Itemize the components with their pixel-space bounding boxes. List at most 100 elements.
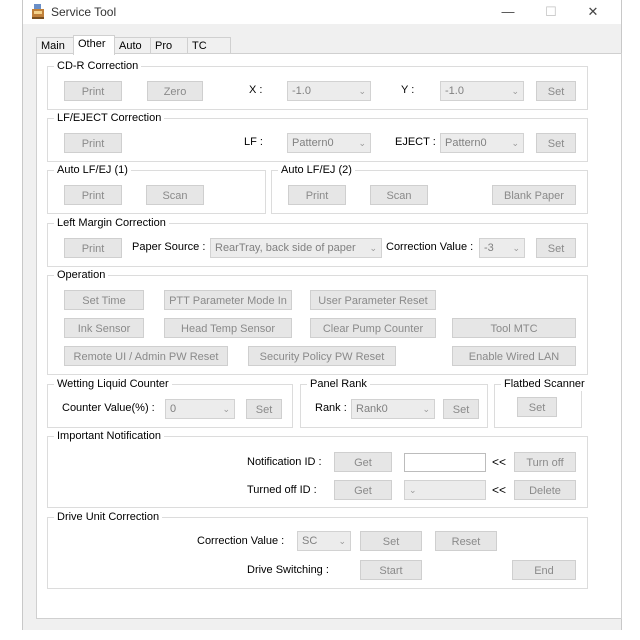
auto-lfej2-print-button[interactable]: Print [288, 185, 346, 205]
ptt-parameter-button[interactable]: PTT Parameter Mode In [164, 290, 292, 310]
paper-source-select[interactable]: RearTray, back side of paper ⌄ [210, 238, 382, 258]
auto-lfej2-title: Auto LF/EJ (2) [278, 164, 355, 177]
security-policy-reset-button[interactable]: Security Policy PW Reset [248, 346, 396, 366]
turned-off-id-select[interactable]: ⌄ [404, 480, 486, 500]
left-margin-set-button[interactable]: Set [536, 238, 576, 258]
left-margin-print-button[interactable]: Print [64, 238, 122, 258]
tab-auto[interactable]: Auto [114, 37, 151, 54]
lf-select[interactable]: Pattern0 ⌄ [287, 133, 371, 153]
paper-source-label: Paper Source : [132, 241, 206, 253]
tab-panel-other: CD-R Correction Print Zero X : -1.0 ⌄ Y :… [36, 53, 622, 619]
left-margin-group: Left Margin Correction Print Paper Sourc… [47, 217, 588, 267]
app-icon [31, 4, 45, 19]
wetting-set-button[interactable]: Set [246, 399, 282, 419]
counter-value-label: Counter Value(%) : [62, 402, 155, 414]
eject-label: EJECT : [395, 136, 436, 148]
maximize-button[interactable]: ☐ [536, 2, 566, 22]
cdr-x-label: X : [249, 84, 263, 96]
drive-unit-title: Drive Unit Correction [54, 511, 163, 524]
window-title: Service Tool [51, 5, 117, 19]
counter-value-select[interactable]: 0 ⌄ [165, 399, 235, 419]
tab-other[interactable]: Other [73, 35, 115, 55]
user-parameter-reset-button[interactable]: User Parameter Reset [310, 290, 436, 310]
cdr-y-label: Y : [401, 84, 415, 96]
cdr-print-button[interactable]: Print [64, 81, 122, 101]
left-margin-correction-select[interactable]: -3 ⌄ [479, 238, 525, 258]
transfer-arrows-icon-2: << [492, 483, 507, 497]
chevron-down-icon: ⌄ [512, 243, 520, 253]
important-notification-group: Important Notification Notification ID :… [47, 430, 588, 508]
counter-value: 0 [170, 403, 177, 415]
flatbed-scanner-group: Flatbed Scanner Set [494, 378, 588, 428]
wetting-liquid-title: Wetting Liquid Counter [54, 378, 172, 391]
auto-lfej1-title: Auto LF/EJ (1) [54, 164, 131, 177]
auto-lfej2-scan-button[interactable]: Scan [370, 185, 428, 205]
head-temp-sensor-button[interactable]: Head Temp Sensor [164, 318, 292, 338]
start-button[interactable]: Start [360, 560, 422, 580]
drive-switching-label: Drive Switching : [247, 564, 329, 576]
auto-lfej1-print-button[interactable]: Print [64, 185, 122, 205]
chevron-down-icon: ⌄ [511, 138, 519, 148]
eject-value: Pattern0 [445, 137, 487, 149]
paper-source-value: RearTray, back side of paper [215, 242, 356, 254]
notification-id-label: Notification ID : [247, 456, 322, 468]
cdr-x-value: -1.0 [292, 85, 311, 97]
chevron-down-icon: ⌄ [358, 86, 366, 96]
auto-lfej1-scan-button[interactable]: Scan [146, 185, 204, 205]
tool-mtc-button[interactable]: Tool MTC [452, 318, 576, 338]
chevron-down-icon: ⌄ [358, 138, 366, 148]
minimize-button[interactable]: — [493, 2, 523, 22]
title-bar: Service Tool — ☐ ✕ [23, 0, 621, 24]
delete-button[interactable]: Delete [514, 480, 576, 500]
cdr-set-button[interactable]: Set [536, 81, 576, 101]
auto-lfej2-group: Auto LF/EJ (2) Print Scan Blank Paper [271, 164, 588, 214]
tab-pro[interactable]: Pro [150, 37, 188, 54]
turned-off-id-label: Turned off ID : [247, 484, 317, 496]
service-tool-window: Service Tool — ☐ ✕ Main Other Auto Pro T… [22, 0, 622, 630]
ink-sensor-button[interactable]: Ink Sensor [64, 318, 144, 338]
transfer-arrows-icon: << [492, 455, 507, 469]
remote-ui-reset-button[interactable]: Remote UI / Admin PW Reset [64, 346, 228, 366]
lfeject-print-button[interactable]: Print [64, 133, 122, 153]
cdr-zero-button[interactable]: Zero [147, 81, 203, 101]
drive-correction-value: SC [302, 535, 318, 547]
end-button[interactable]: End [512, 560, 576, 580]
lfeject-correction-group: LF/EJECT Correction Print LF : Pattern0 ⌄… [47, 112, 588, 162]
flatbed-set-button[interactable]: Set [517, 397, 557, 417]
blank-paper-button[interactable]: Blank Paper [492, 185, 576, 205]
enable-wired-lan-button[interactable]: Enable Wired LAN [452, 346, 576, 366]
left-margin-correction-value: -3 [484, 242, 494, 254]
rank-select[interactable]: Rank0 ⌄ [351, 399, 435, 419]
clear-pump-counter-button[interactable]: Clear Pump Counter [310, 318, 436, 338]
panel-rank-set-button[interactable]: Set [443, 399, 479, 419]
drive-correction-label: Correction Value : [197, 535, 285, 547]
panel-rank-title: Panel Rank [307, 378, 370, 391]
cdr-y-value: -1.0 [445, 85, 464, 97]
flatbed-scanner-title: Flatbed Scanner [501, 378, 588, 391]
turn-off-button[interactable]: Turn off [514, 452, 576, 472]
lfeject-set-button[interactable]: Set [536, 133, 576, 153]
set-time-button[interactable]: Set Time [64, 290, 144, 310]
notification-get-button[interactable]: Get [334, 452, 392, 472]
lf-label: LF : [244, 136, 263, 148]
cdr-correction-title: CD-R Correction [54, 60, 142, 73]
tab-tc[interactable]: TC [187, 37, 231, 54]
auto-lfej1-group: Auto LF/EJ (1) Print Scan [47, 164, 266, 214]
drive-correction-select[interactable]: SC ⌄ [297, 531, 351, 551]
correction-value-label: Correction Value : [386, 241, 474, 253]
close-button[interactable]: ✕ [578, 2, 608, 22]
tab-main[interactable]: Main [36, 37, 74, 54]
chevron-down-icon: ⌄ [422, 404, 430, 414]
drive-reset-button[interactable]: Reset [435, 531, 497, 551]
lfeject-correction-title: LF/EJECT Correction [54, 112, 165, 125]
chevron-down-icon: ⌄ [338, 536, 346, 546]
rank-value: Rank0 [356, 403, 388, 415]
turned-off-get-button[interactable]: Get [334, 480, 392, 500]
operation-title: Operation [54, 269, 109, 282]
cdr-x-select[interactable]: -1.0 ⌄ [287, 81, 371, 101]
cdr-y-select[interactable]: -1.0 ⌄ [440, 81, 524, 101]
notification-id-input[interactable] [404, 453, 486, 472]
eject-select[interactable]: Pattern0 ⌄ [440, 133, 524, 153]
drive-set-button[interactable]: Set [360, 531, 422, 551]
important-notification-title: Important Notification [54, 430, 164, 443]
